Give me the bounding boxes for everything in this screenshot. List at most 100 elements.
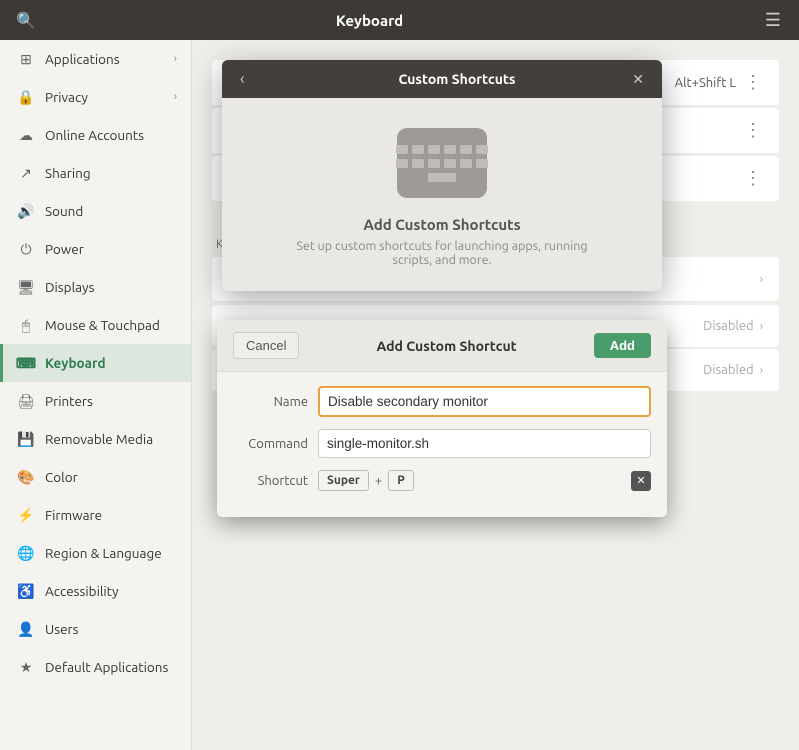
sidebar-item-sound[interactable]: 🔊 Sound xyxy=(0,192,191,230)
sidebar-label-privacy: Privacy xyxy=(45,89,164,105)
plus-sign: + xyxy=(375,474,382,488)
sidebar-chevron-applications: › xyxy=(174,53,177,65)
key-row-2 xyxy=(396,159,488,168)
custom-shortcuts-subtext: Set up custom shortcuts for launching ap… xyxy=(292,239,592,267)
row-chevron-3: › xyxy=(760,364,763,377)
shortcut-row: Shortcut Super + P ✕ xyxy=(233,470,651,491)
key-11 xyxy=(460,159,472,168)
sidebar-item-sharing[interactable]: ↗ Sharing xyxy=(0,154,191,192)
name-label: Name xyxy=(233,395,308,409)
sidebar-label-displays: Displays xyxy=(45,279,177,295)
sidebar-item-keyboard[interactable]: ⌨ Keyboard xyxy=(0,344,191,382)
sidebar-label-applications: Applications xyxy=(45,51,164,67)
disabled-label-2: Disabled xyxy=(703,319,753,333)
super-key-badge: Super xyxy=(318,470,369,491)
sidebar-icon-color: 🎨 xyxy=(17,468,35,486)
dots-icon-3[interactable]: ⋮ xyxy=(744,168,763,189)
dots-icon-2[interactable]: ⋮ xyxy=(744,120,763,141)
sidebar-item-color[interactable]: 🎨 Color xyxy=(0,458,191,496)
sidebar-label-printers: Printers xyxy=(45,393,177,409)
customize-shortcuts-right: › xyxy=(760,273,763,286)
sidebar-label-users: Users xyxy=(45,621,177,637)
key-12 xyxy=(476,159,488,168)
sidebar-item-firmware[interactable]: ⚡ Firmware xyxy=(0,496,191,534)
sidebar-icon-users: 👤 xyxy=(17,620,35,638)
add-shortcut-dialog: Cancel Add Custom Shortcut Add Name Comm… xyxy=(217,320,667,517)
sidebar-item-online-accounts[interactable]: ☁ Online Accounts xyxy=(0,116,191,154)
key-9 xyxy=(428,159,440,168)
custom-shortcuts-title: Custom Shortcuts xyxy=(398,71,515,87)
command-input[interactable] xyxy=(318,429,651,458)
menu-button[interactable]: ☰ xyxy=(759,6,787,34)
key-row-3 xyxy=(428,173,456,182)
sidebar-item-users[interactable]: 👤 Users xyxy=(0,610,191,648)
row-chevron-2: › xyxy=(760,320,763,333)
sidebar-icon-online-accounts: ☁ xyxy=(17,126,35,144)
sidebar-icon-keyboard: ⌨ xyxy=(17,354,35,372)
sidebar-item-power[interactable]: ⏻ Power xyxy=(0,230,191,268)
command-label: Command xyxy=(233,437,308,451)
name-row: Name xyxy=(233,386,651,417)
sidebar-icon-power: ⏻ xyxy=(17,240,35,258)
add-shortcut-title: Add Custom Shortcut xyxy=(376,338,516,354)
sidebar-label-color: Color xyxy=(45,469,177,485)
add-shortcut-body: Name Command Shortcut Super + P ✕ xyxy=(217,372,667,517)
sidebar-item-printers[interactable]: 🖨 Printers xyxy=(0,382,191,420)
key-3 xyxy=(428,145,440,154)
sidebar-item-removable-media[interactable]: 💾 Removable Media xyxy=(0,420,191,458)
key-row-1 xyxy=(396,145,488,154)
sidebar-label-default-applications: Default Applications xyxy=(45,659,177,675)
add-button[interactable]: Add xyxy=(594,333,651,358)
sidebar-chevron-privacy: › xyxy=(174,91,177,103)
sidebar-item-displays[interactable]: 🖥 Displays xyxy=(0,268,191,306)
sidebar-item-privacy[interactable]: 🔒 Privacy › xyxy=(0,78,191,116)
sidebar-icon-firmware: ⚡ xyxy=(17,506,35,524)
sidebar-label-accessibility: Accessibility xyxy=(45,583,177,599)
key-7 xyxy=(396,159,408,168)
row-right-3: Disabled › xyxy=(703,363,763,377)
key-2 xyxy=(412,145,424,154)
sidebar-icon-default-applications: ★ xyxy=(17,658,35,676)
clear-shortcut-button[interactable]: ✕ xyxy=(631,471,651,491)
customize-chevron-icon: › xyxy=(760,273,763,286)
sidebar-label-firmware: Firmware xyxy=(45,507,177,523)
sidebar-icon-region-language: 🌐 xyxy=(17,544,35,562)
sidebar-label-region-language: Region & Language xyxy=(45,545,177,561)
back-button[interactable]: ‹ xyxy=(234,66,251,92)
custom-shortcuts-titlebar: ‹ Custom Shortcuts ✕ xyxy=(222,60,662,98)
sidebar-icon-privacy: 🔒 xyxy=(17,88,35,106)
name-input[interactable] xyxy=(318,386,651,417)
disabled-label-3: Disabled xyxy=(703,363,753,377)
sidebar-item-applications[interactable]: ⊞ Applications › xyxy=(0,40,191,78)
main-content: Alt+Shift L ⋮ ⋮ ⋮ Keyboard Shortcuts Cus… xyxy=(192,40,799,750)
sidebar-label-online-accounts: Online Accounts xyxy=(45,127,177,143)
topbar: 🔍 Keyboard ☰ xyxy=(0,0,799,40)
row-right-2: Disabled › xyxy=(703,319,763,333)
key-10 xyxy=(444,159,456,168)
sidebar-item-accessibility[interactable]: ♿ Accessibility xyxy=(0,572,191,610)
sidebar-icon-sharing: ↗ xyxy=(17,164,35,182)
main-layout: ⊞ Applications › 🔒 Privacy › ☁ Online Ac… xyxy=(0,40,799,750)
key-1 xyxy=(396,145,408,154)
key-spacebar xyxy=(428,173,456,182)
cancel-button[interactable]: Cancel xyxy=(233,332,299,359)
sidebar-item-mouse-touchpad[interactable]: 🖱 Mouse & Touchpad xyxy=(0,306,191,344)
sidebar-icon-printers: 🖨 xyxy=(17,392,35,410)
topbar-title: Keyboard xyxy=(0,12,749,29)
sidebar-item-region-language[interactable]: 🌐 Region & Language xyxy=(0,534,191,572)
sidebar-icon-mouse-touchpad: 🖱 xyxy=(17,316,35,334)
sidebar-icon-sound: 🔊 xyxy=(17,202,35,220)
dots-icon-1[interactable]: ⋮ xyxy=(744,72,763,93)
sidebar: ⊞ Applications › 🔒 Privacy › ☁ Online Ac… xyxy=(0,40,192,750)
custom-shortcuts-body: Add Custom Shortcuts Set up custom short… xyxy=(222,98,662,291)
key-4 xyxy=(444,145,456,154)
sidebar-label-power: Power xyxy=(45,241,177,257)
shortcut-label: Shortcut xyxy=(233,474,308,488)
sidebar-label-sharing: Sharing xyxy=(45,165,177,181)
custom-shortcuts-heading: Add Custom Shortcuts xyxy=(363,216,520,233)
key-6 xyxy=(476,145,488,154)
sidebar-item-default-applications[interactable]: ★ Default Applications xyxy=(0,648,191,686)
close-button[interactable]: ✕ xyxy=(626,67,650,92)
sidebar-label-removable-media: Removable Media xyxy=(45,431,177,447)
add-shortcut-header: Cancel Add Custom Shortcut Add xyxy=(217,320,667,372)
